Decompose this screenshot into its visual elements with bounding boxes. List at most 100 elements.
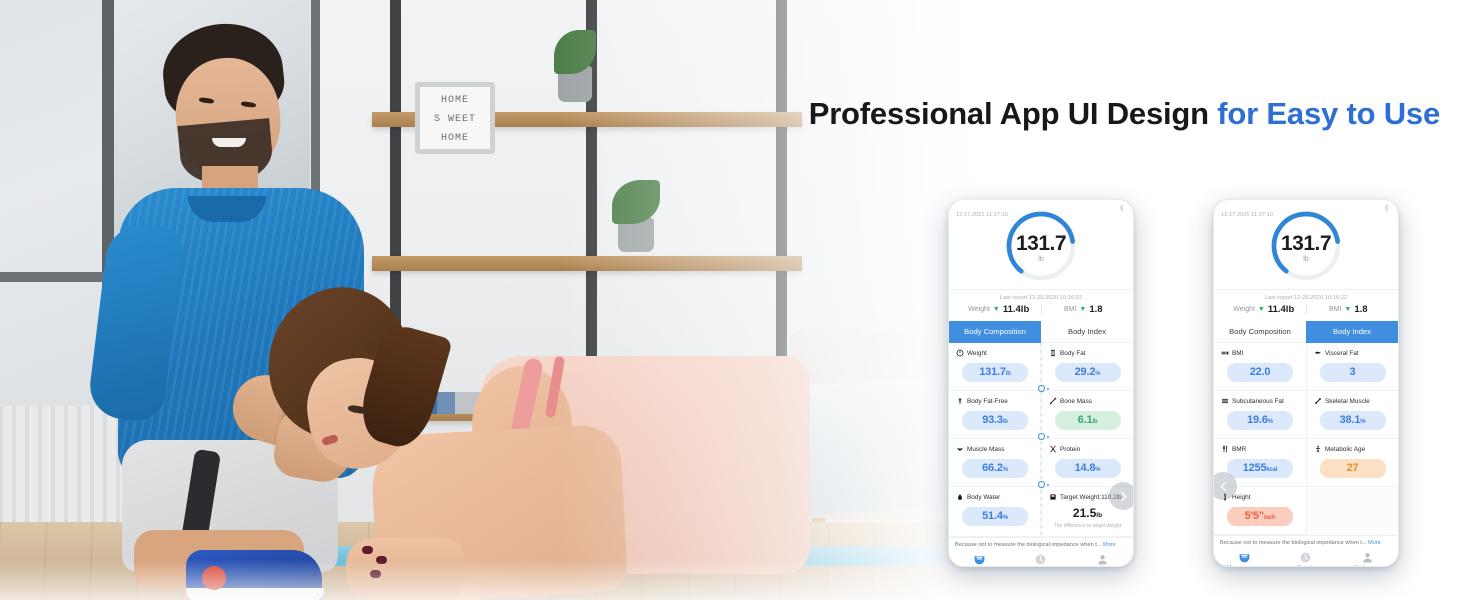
sign-line-1: HOME: [440, 95, 469, 106]
nav-label: Trends: [1275, 565, 1336, 566]
kpi-weight-label: Weight: [1233, 306, 1255, 313]
kpi-weight-trend-icon: ▼: [992, 306, 1000, 313]
kpi-bmi-value: 1.8: [1089, 304, 1103, 315]
metric-label: Skeletal Muscle: [1325, 397, 1370, 405]
metric-header: Subcutaneous Fat: [1221, 396, 1299, 406]
metric-label: Height: [1232, 493, 1251, 501]
kpi-bmi-trend-icon: ▼: [1079, 306, 1087, 313]
metric-unit: %: [1095, 371, 1101, 377]
kpi-weight-value: 11.4lb: [1002, 304, 1030, 315]
nav-trends[interactable]: Trends: [1010, 553, 1071, 566]
sign-line-2: S WEET: [433, 114, 476, 125]
metric-label: BMI: [1232, 349, 1244, 357]
headline-accent: for Easy to Use: [1217, 96, 1440, 131]
metric-value-pill: 93.3lb: [962, 411, 1028, 430]
metric-cell-weight[interactable]: Weight 131.7lb: [949, 343, 1041, 391]
metric-cell-body-fat-free[interactable]: Body Fat-Free 93.3lb: [949, 391, 1041, 439]
metric-label: Body Water: [967, 493, 1001, 501]
nav-my-account[interactable]: My Account: [1072, 553, 1133, 566]
metric-unit: lb: [1005, 371, 1011, 377]
kpi-weight-trend-icon: ▼: [1257, 306, 1265, 313]
sign-line-3: HOME: [440, 133, 469, 144]
metric-cell-muscle-mass[interactable]: Muscle Mass 66.2%: [949, 439, 1041, 487]
gauge-weight-unit: lb: [1303, 256, 1309, 263]
kpi-bmi: BMI ▼ 1.8: [1307, 304, 1391, 315]
kpi-row: Weight ▼ 11.4lb BMI ▼ 1.8: [1214, 304, 1398, 321]
more-link[interactable]: More: [1368, 540, 1381, 546]
metric-cell-bone-mass[interactable]: Bone Mass 6.1lb: [1041, 391, 1133, 439]
metric-cell-body-water[interactable]: Body Water 51.4%: [949, 487, 1041, 537]
weight-gauge: 131.7 lb: [1214, 211, 1398, 287]
metric-cell-visceral-fat[interactable]: Visceral Fat 3: [1306, 343, 1398, 391]
target-weight-icon: [1050, 494, 1056, 500]
nav-trends[interactable]: Trends: [1275, 551, 1336, 566]
metric-header: Body Fat: [1049, 348, 1126, 358]
tab-body-index[interactable]: Body Index: [1306, 321, 1398, 343]
metric-unit: lb: [1002, 419, 1008, 425]
kpi-bmi-trend-icon: ▼: [1344, 306, 1352, 313]
gauge-weight-unit: lb: [1038, 256, 1044, 263]
metric-cell-bmi[interactable]: BMI 22.0: [1214, 343, 1306, 391]
metric-cell-body-fat[interactable]: Body Fat 29.2%: [1041, 343, 1133, 391]
metric-value-pill: 131.7lb: [962, 363, 1028, 382]
metric-unit: lb: [1096, 512, 1103, 519]
tab-body-composition[interactable]: Body Composition: [1214, 321, 1306, 343]
metric-value-pill: 27: [1319, 459, 1386, 478]
metric-value-pill: 38.1%: [1319, 411, 1386, 430]
skeletal-muscle-icon: [1315, 398, 1321, 404]
bmr-icon: [1222, 445, 1228, 453]
metric-label: BMR: [1232, 445, 1247, 453]
metric-label: Weight: [967, 349, 987, 357]
trends-icon: [1036, 554, 1046, 565]
metric-value-pill: 51.4%: [962, 507, 1028, 526]
metric-label: Metabolic Age: [1325, 445, 1366, 453]
kpi-bmi-label: BMI: [1328, 306, 1342, 313]
tab-body-composition[interactable]: Body Composition: [949, 321, 1041, 343]
body-fat-icon: [1051, 349, 1055, 357]
nav-label: Measurements: [1214, 565, 1275, 566]
phone-mockup-body-composition: 12.17.2021 11:27:10 131.7 lb Last report…: [948, 199, 1134, 567]
bottom-navigation: MeasurementsTrendsMy Account: [949, 551, 1133, 566]
metric-cell-subcutaneous-fat[interactable]: Subcutaneous Fat 19.6%: [1214, 391, 1306, 439]
metric-header: BMI: [1221, 348, 1299, 358]
metric-cell-skeletal-muscle[interactable]: Skeletal Muscle 38.1%: [1306, 391, 1398, 439]
nav-my-account[interactable]: My Account: [1337, 551, 1398, 566]
metric-cell-metabolic-age[interactable]: Metabolic Age 27: [1306, 439, 1398, 487]
metric-value-pill: 14.8%: [1054, 459, 1121, 478]
visceral-fat-icon: [1315, 351, 1321, 354]
disclaimer-text: Because not to measure the biological im…: [955, 542, 1102, 548]
account-icon: [1097, 555, 1107, 565]
metric-header: Weight: [956, 348, 1034, 358]
nav-measurements[interactable]: Measurements: [949, 553, 1010, 566]
metric-header: Metabolic Age: [1314, 444, 1391, 454]
metric-header: Bone Mass: [1049, 396, 1126, 406]
more-link[interactable]: More: [1103, 542, 1116, 548]
body-weight-icon: [956, 349, 964, 357]
metrics-grid: BMI 22.0 Visceral Fat 3 Subcutaneous Fat 19.6…: [1214, 343, 1398, 535]
metric-label: Protein: [1060, 445, 1081, 453]
kpi-row: Weight ▼ 11.4lb BMI ▼ 1.8: [949, 304, 1133, 321]
metric-cell-protein[interactable]: Protein 14.8%: [1041, 439, 1133, 487]
metric-header: BMR: [1221, 444, 1299, 454]
home-sweet-home-sign: HOME S WEET HOME: [415, 82, 495, 154]
account-icon: [1362, 553, 1372, 563]
tab-body-index[interactable]: Body Index: [1041, 321, 1133, 343]
metric-unit: %: [1002, 467, 1008, 473]
metric-value-pill: 19.6%: [1227, 411, 1293, 430]
metric-label: Body Fat: [1060, 349, 1086, 357]
kpi-bmi-value: 1.8: [1354, 304, 1368, 315]
nav-measurements[interactable]: Measurements: [1214, 551, 1275, 566]
photo-right-fade: [560, 0, 1000, 600]
metabolic-age-icon: [1315, 445, 1321, 453]
measurements-icon: [974, 556, 985, 565]
body-water-icon: [958, 494, 962, 500]
metric-value-pill: 5'5"inch: [1227, 507, 1293, 526]
bone-mass-icon: [1049, 397, 1057, 405]
last-report-text: Last report 12.26.2020 10:16:22: [999, 295, 1083, 301]
metrics-grid: Weight 131.7lb Body Fat 29.2% Body Fat-Free 9…: [949, 343, 1133, 537]
lifestyle-photo: HOME S WEET HOME: [0, 0, 1000, 600]
measurements-icon: [1239, 554, 1250, 563]
metric-value-pill: 1255kcal: [1227, 459, 1293, 478]
next-page-arrow[interactable]: [1109, 482, 1133, 510]
metric-note: The difference to target weight: [1053, 523, 1122, 529]
